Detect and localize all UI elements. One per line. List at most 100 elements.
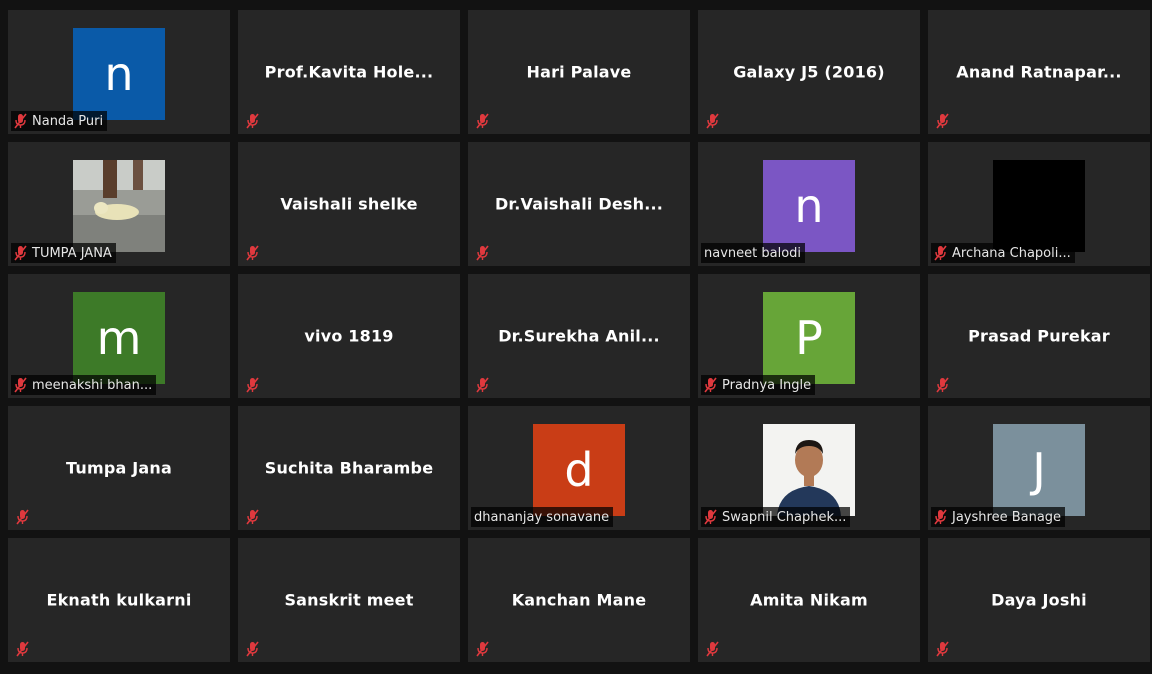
participant-name: Suchita Bharambe [264, 458, 434, 478]
muted-mic-icon [704, 377, 717, 393]
participant-name: Sanskrit meet [284, 590, 414, 610]
participant-name: TUMPA JANA [32, 245, 112, 261]
participant-name: Amita Nikam [750, 590, 868, 610]
participant-tile[interactable]: n Nanda Puri [8, 10, 230, 134]
participant-name: Daya Joshi [991, 590, 1087, 610]
muted-mic-icon [15, 509, 29, 525]
participant-tile[interactable]: Vaishali shelke [238, 142, 460, 266]
participant-tile[interactable]: Kanchan Mane [468, 538, 690, 662]
participant-tile[interactable]: Dr.Vaishali Desh... [468, 142, 690, 266]
participant-mic [242, 507, 262, 527]
participant-tile[interactable]: Hari Palave [468, 10, 690, 134]
participant-name: Hari Palave [526, 62, 632, 82]
participant-label: Pradnya Ingle [701, 375, 816, 395]
muted-mic-icon [475, 113, 489, 129]
participant-mic [472, 243, 492, 263]
participant-tile[interactable]: n navneet balodi [698, 142, 920, 266]
muted-mic-icon [704, 509, 717, 525]
participant-name: Pradnya Ingle [722, 377, 812, 393]
muted-mic-icon [245, 641, 259, 657]
muted-mic-icon [245, 509, 259, 525]
participant-mic [12, 507, 32, 527]
participant-name: vivo 1819 [304, 326, 394, 346]
participant-tile[interactable]: d dhananjay sonavane [468, 406, 690, 530]
participant-tile[interactable]: Sanskrit meet [238, 538, 460, 662]
participant-tile[interactable]: Tumpa Jana [8, 406, 230, 530]
participant-name: Tumpa Jana [66, 458, 172, 478]
muted-mic-icon [475, 377, 489, 393]
participant-tile[interactable]: Daya Joshi [928, 538, 1150, 662]
participant-label: dhananjay sonavane [471, 507, 614, 527]
participant-tile[interactable]: J Jayshree Banage [928, 406, 1150, 530]
muted-mic-icon [935, 377, 949, 393]
participant-name: Anand Ratnapar... [956, 62, 1122, 82]
participant-name: Nanda Puri [32, 113, 104, 129]
participant-tile[interactable]: Archana Chapoli... [928, 142, 1150, 266]
avatar [993, 160, 1085, 252]
participant-mic [932, 111, 952, 131]
avatar: n [73, 28, 165, 120]
participant-tile[interactable]: Anand Ratnapar... [928, 10, 1150, 134]
avatar: n [763, 160, 855, 252]
person-photo [763, 424, 855, 516]
muted-mic-icon [934, 245, 947, 261]
participant-label: Nanda Puri [11, 111, 108, 131]
participant-name: Kanchan Mane [511, 590, 647, 610]
muted-mic-icon [705, 641, 719, 657]
participant-label: navneet balodi [701, 243, 806, 263]
participant-tile[interactable]: vivo 1819 [238, 274, 460, 398]
participant-mic [472, 111, 492, 131]
muted-mic-icon [245, 113, 259, 129]
participant-label: TUMPA JANA [11, 243, 116, 263]
participant-name: Jayshree Banage [952, 509, 1062, 525]
bird-photo [73, 160, 165, 252]
muted-mic-icon [935, 641, 949, 657]
participant-mic [932, 639, 952, 659]
muted-mic-icon [14, 245, 27, 261]
participant-tile[interactable]: m meenakshi bhan... [8, 274, 230, 398]
participant-mic [702, 111, 722, 131]
muted-mic-icon [15, 641, 29, 657]
muted-mic-icon [245, 377, 259, 393]
participant-mic [702, 639, 722, 659]
participant-name: Eknath kulkarni [46, 590, 192, 610]
participant-label: Swapnil Chaphek... [701, 507, 851, 527]
participant-label: meenakshi bhan... [11, 375, 157, 395]
participant-mic [472, 639, 492, 659]
participant-mic [242, 639, 262, 659]
participant-mic [472, 375, 492, 395]
muted-mic-icon [475, 245, 489, 261]
avatar: d [533, 424, 625, 516]
participant-mic [242, 111, 262, 131]
participant-tile[interactable]: Prasad Purekar [928, 274, 1150, 398]
muted-mic-icon [934, 509, 947, 525]
participant-name: Dr.Vaishali Desh... [494, 194, 664, 214]
participant-tile[interactable]: TUMPA JANA [8, 142, 230, 266]
participant-tile[interactable]: Swapnil Chaphek... [698, 406, 920, 530]
participant-name: Vaishali shelke [280, 194, 418, 214]
muted-mic-icon [705, 113, 719, 129]
participant-tile[interactable]: Eknath kulkarni [8, 538, 230, 662]
avatar: m [73, 292, 165, 384]
participant-mic [242, 243, 262, 263]
participant-tile[interactable]: P Pradnya Ingle [698, 274, 920, 398]
participant-tile[interactable]: Prof.Kavita Hole... [238, 10, 460, 134]
participant-name: dhananjay sonavane [474, 509, 610, 525]
muted-mic-icon [245, 245, 259, 261]
participant-tile[interactable]: Dr.Surekha Anil... [468, 274, 690, 398]
participant-tile[interactable]: Suchita Bharambe [238, 406, 460, 530]
participant-name: Dr.Surekha Anil... [498, 326, 660, 346]
muted-mic-icon [475, 641, 489, 657]
participant-mic [932, 375, 952, 395]
participant-label: Jayshree Banage [931, 507, 1066, 527]
participant-name: Archana Chapoli... [952, 245, 1071, 261]
muted-mic-icon [14, 377, 27, 393]
participant-name: Galaxy J5 (2016) [733, 62, 885, 82]
participant-name: navneet balodi [704, 245, 802, 261]
participant-tile[interactable]: Amita Nikam [698, 538, 920, 662]
participant-grid: n Nanda Puri Prof.Kavita Hole... Hari Pa… [8, 10, 1152, 670]
participant-tile[interactable]: Galaxy J5 (2016) [698, 10, 920, 134]
participant-mic [12, 639, 32, 659]
avatar: P [763, 292, 855, 384]
participant-name: Prasad Purekar [968, 326, 1110, 346]
